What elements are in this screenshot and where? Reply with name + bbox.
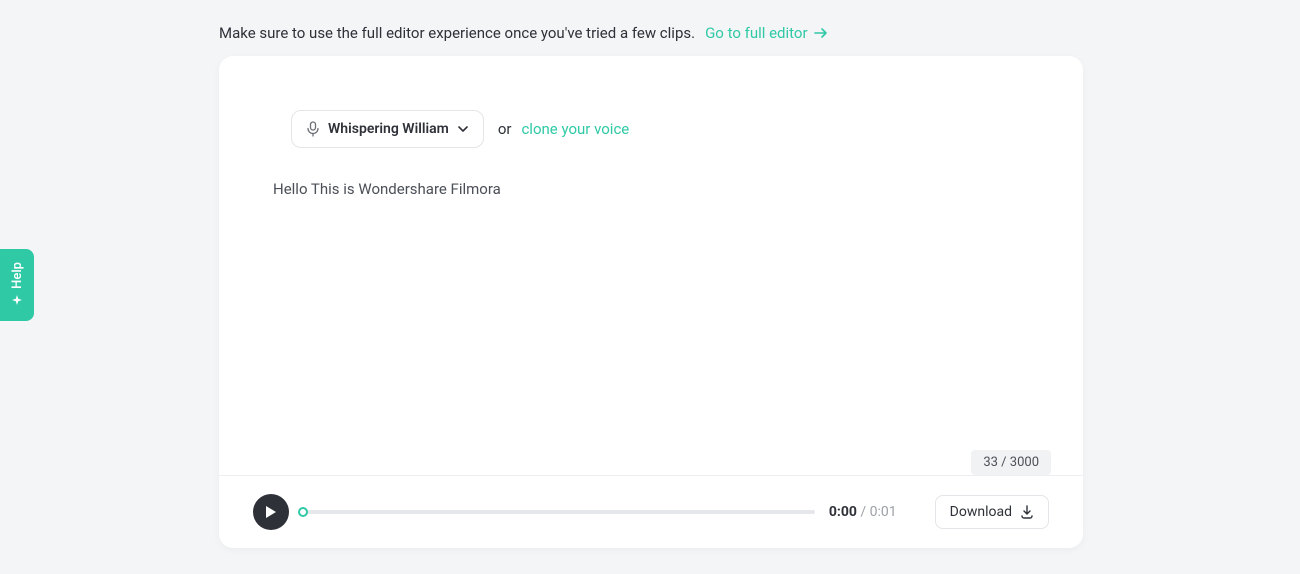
slider-thumb[interactable] [298, 507, 308, 517]
time-display: 0:00 / 0:01 [829, 504, 897, 520]
time-duration: / 0:01 [857, 504, 897, 520]
download-button[interactable]: Download [935, 495, 1049, 529]
voice-row: Whispering William or clone your voice [219, 56, 1083, 148]
microphone-icon [306, 121, 320, 137]
banner-message: Make sure to use the full editor experie… [219, 24, 695, 42]
full-editor-link[interactable]: Go to full editor [705, 24, 828, 42]
download-icon [1020, 505, 1034, 519]
voice-selected-name: Whispering William [328, 121, 449, 137]
time-current: 0:00 [829, 504, 857, 520]
full-editor-link-label: Go to full editor [705, 24, 808, 42]
play-icon [265, 505, 277, 519]
or-label: or [498, 120, 512, 138]
arrow-right-icon [814, 27, 828, 39]
sparkle-icon [10, 294, 24, 308]
entered-text: Hello This is Wondershare Filmora [273, 180, 1029, 198]
download-label: Download [950, 504, 1012, 520]
help-tab[interactable]: Help [0, 249, 34, 321]
character-counter: 33 / 3000 [971, 450, 1051, 475]
play-button[interactable] [253, 494, 289, 530]
player-row: 0:00 / 0:01 Download [219, 476, 1083, 548]
voice-selector[interactable]: Whispering William [291, 110, 484, 148]
clone-voice-link[interactable]: clone your voice [521, 120, 629, 138]
chevron-down-icon [457, 125, 469, 133]
editor-card: Whispering William or clone your voice H… [219, 56, 1083, 548]
progress-slider[interactable] [303, 510, 815, 514]
help-label: Help [10, 262, 25, 289]
text-input-area[interactable]: Hello This is Wondershare Filmora 33 / 3… [219, 148, 1083, 475]
top-banner: Make sure to use the full editor experie… [219, 24, 828, 42]
